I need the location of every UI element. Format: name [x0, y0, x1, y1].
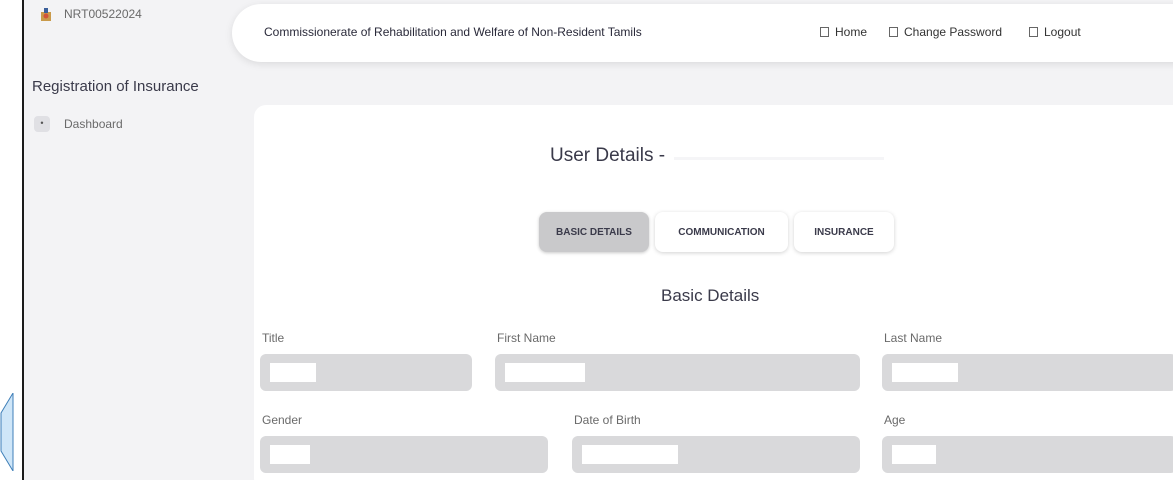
age-label: Age [884, 413, 906, 427]
nav-change-password-link[interactable]: Change Password [889, 25, 1002, 39]
key-icon [889, 27, 898, 37]
nav-change-password-label: Change Password [904, 25, 1003, 39]
nav-logout-link[interactable]: Logout [1029, 25, 1081, 39]
title-field[interactable] [260, 354, 472, 391]
top-header: Commissionerate of Rehabilitation and We… [232, 4, 1173, 62]
sidebar-title: Registration of Insurance [32, 78, 199, 95]
tab-communication[interactable]: COMMUNICATION [655, 212, 788, 252]
dob-field[interactable] [572, 436, 860, 473]
tab-insurance[interactable]: INSURANCE [794, 212, 894, 252]
app-window: NRT00522024 Registration of Insurance • … [22, 0, 1173, 480]
user-id-label: NRT00522024 [64, 7, 142, 21]
gender-label: Gender [262, 413, 303, 427]
nav-home-link[interactable]: Home [820, 25, 867, 39]
redacted-value [270, 363, 316, 382]
emblem-logo-icon [41, 8, 51, 21]
age-field[interactable] [882, 436, 1173, 473]
redacted-name [674, 157, 884, 160]
dashboard-bullet-icon: • [34, 116, 50, 132]
nav-logout-label: Logout [1044, 25, 1081, 39]
gender-field[interactable] [260, 436, 548, 473]
redacted-value [892, 363, 958, 382]
section-heading: Basic Details [661, 286, 760, 305]
page-title: User Details - [550, 145, 666, 166]
redacted-value [505, 363, 585, 382]
last-name-label: Last Name [884, 331, 943, 345]
home-icon [820, 27, 829, 37]
title-label: Title [262, 331, 285, 345]
header-title: Commissionerate of Rehabilitation and We… [264, 25, 642, 39]
dob-label: Date of Birth [574, 413, 641, 427]
redacted-value [582, 445, 678, 464]
first-name-field[interactable] [495, 354, 860, 391]
redacted-value [270, 445, 310, 464]
sidebar-item-dashboard[interactable]: Dashboard [64, 117, 123, 131]
left-arrow-icon [0, 393, 14, 471]
user-details-card: User Details - BASIC DETAILS COMMUNICATI… [254, 105, 1173, 480]
tab-basic-details[interactable]: BASIC DETAILS [539, 212, 649, 252]
last-name-field[interactable] [882, 354, 1173, 391]
first-name-label: First Name [497, 331, 556, 345]
nav-home-label: Home [835, 25, 868, 39]
logout-icon [1029, 27, 1038, 37]
redacted-value [892, 445, 936, 464]
